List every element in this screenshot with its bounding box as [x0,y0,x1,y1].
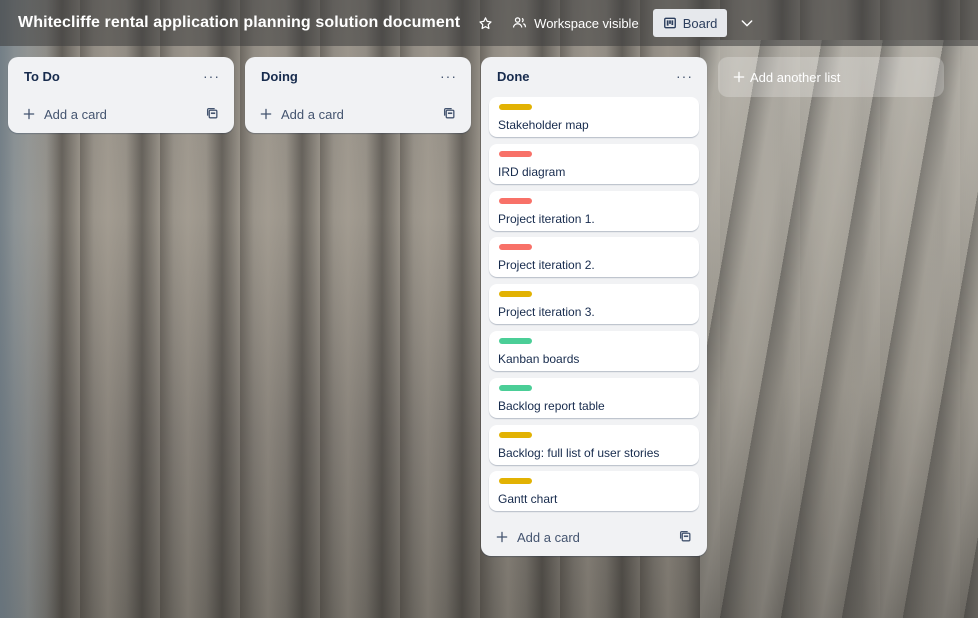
add-card-button[interactable]: Add a card [259,107,344,122]
board-view-button[interactable]: Board [652,9,728,37]
plus-icon [22,107,36,121]
board-icon [663,16,677,30]
card-label-color[interactable] [499,197,532,204]
list-header: Doing ··· [245,57,471,95]
plus-icon [732,70,746,84]
add-list-button[interactable]: Add another list [718,57,944,97]
card-label-color[interactable] [499,150,532,157]
add-card-row: Add a card [8,95,234,133]
card-label-color[interactable] [499,431,532,438]
card-title: Kanban boards [498,351,580,366]
list-menu-button[interactable]: ··· [676,69,693,83]
plus-icon [495,530,509,544]
card[interactable]: Backlog: full list of user stories [489,424,699,465]
card-title: Project iteration 1. [498,211,595,226]
add-card-button[interactable]: Add a card [495,530,580,545]
card-label-color[interactable] [499,104,532,110]
visibility-label: Workspace visible [534,15,639,31]
list-title[interactable]: Doing [261,69,298,84]
plus-icon [259,107,273,121]
card-title: Backlog report table [498,398,605,413]
list-menu-button[interactable]: ··· [203,69,220,83]
add-card-label: Add a card [281,106,344,122]
card-label-color[interactable] [499,384,532,391]
list-header: Done ··· [481,57,707,95]
card[interactable]: Project iteration 1. [489,190,699,231]
card-title: IRD diagram [498,164,566,179]
card[interactable]: Gantt chart [489,471,699,512]
board-header: Whitecliffe rental application planning … [0,0,978,46]
star-icon[interactable] [476,14,494,32]
card[interactable]: Backlog report table [489,377,699,418]
card[interactable]: Project iteration 3. [489,284,699,325]
add-card-label: Add a card [517,529,580,545]
add-card-row: Add a card [245,95,471,133]
card-title: Project iteration 3. [498,305,595,320]
card-template-icon[interactable] [443,107,457,121]
card-title: Gantt chart [498,492,558,507]
card-title: Backlog: full list of user stories [498,445,660,460]
add-card-label: Add a card [44,106,107,122]
card[interactable]: Project iteration 2. [489,237,699,278]
card-label-color[interactable] [499,291,532,298]
card-label-color[interactable] [499,244,532,251]
add-card-button[interactable]: Add a card [22,107,107,122]
list-to-do: To Do ··· Add a card [8,57,234,133]
card-template-icon[interactable] [206,107,220,121]
card-title: Stakeholder map [498,118,589,132]
card-label-color[interactable] [499,478,532,485]
list-menu-button[interactable]: ··· [440,69,457,83]
card[interactable]: Kanban boards [489,330,699,371]
card[interactable]: Stakeholder map [489,97,699,137]
chevron-down-icon[interactable] [739,15,755,31]
visibility-button[interactable]: Workspace visible [512,15,639,31]
card-list: Stakeholder map IRD diagram Project iterat… [481,95,707,512]
list-done: Done ··· Stakeholder map IRD diagram Proje… [481,57,707,557]
add-card-row: Add a card [481,518,707,556]
people-icon [512,15,528,31]
list-title[interactable]: Done [497,69,530,84]
board-title[interactable]: Whitecliffe rental application planning … [18,14,460,32]
list-doing: Doing ··· Add a card [245,57,471,133]
card-label-color[interactable] [499,337,532,344]
card-title: Project iteration 2. [498,258,595,273]
list-header: To Do ··· [8,57,234,95]
add-list-label: Add another list [750,69,841,85]
card[interactable]: IRD diagram [489,143,699,184]
list-title[interactable]: To Do [24,69,60,84]
card-template-icon[interactable] [679,530,693,544]
board-view-label: Board [682,15,718,31]
